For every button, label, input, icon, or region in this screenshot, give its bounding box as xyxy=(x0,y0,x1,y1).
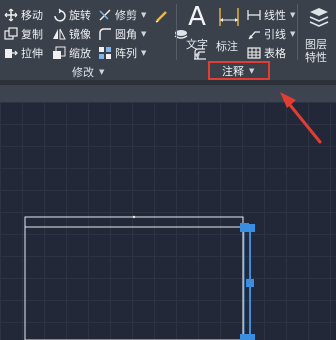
drawing-overlay xyxy=(24,92,322,340)
red-arrow-annotation xyxy=(280,92,322,144)
grip-handle-middle[interactable] xyxy=(246,279,254,287)
grip-handle-bottom-right[interactable] xyxy=(246,334,255,340)
selected-line-object[interactable] xyxy=(240,223,255,340)
grip-handle-top-right[interactable] xyxy=(246,224,255,232)
rectangle-object[interactable] xyxy=(24,215,244,340)
